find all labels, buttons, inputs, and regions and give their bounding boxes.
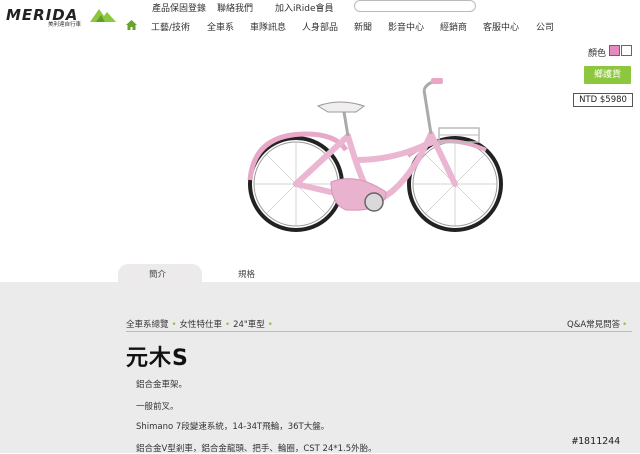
color-swatch-white[interactable] <box>621 45 632 56</box>
mountain-icon <box>90 9 116 22</box>
watermark: #1811244 <box>572 436 621 447</box>
contact-link[interactable]: 聯絡我們 <box>217 1 253 14</box>
home-icon[interactable] <box>126 20 137 30</box>
nav-gear[interactable]: 人身部品 <box>302 20 338 33</box>
warranty-link[interactable]: 產品保固登錄 <box>152 1 206 14</box>
tab-intro[interactable]: 簡介 <box>149 268 166 280</box>
faq-label: Q&A常見問答 <box>567 320 621 330</box>
breadcrumb: 全車系總覽 • 女性特仕車 • 24"車型 • <box>126 318 276 330</box>
color-swatch-pink[interactable] <box>609 45 620 56</box>
compare-button[interactable]: 鄉護貨 <box>584 66 631 84</box>
nav-dealers[interactable]: 經銷商 <box>440 20 467 33</box>
breadcrumb-separator: • <box>225 320 231 330</box>
spec-line: 鋁合金車架。 <box>136 380 188 390</box>
nav-news[interactable]: 新聞 <box>354 20 372 33</box>
breadcrumb-24-inch[interactable]: 24"車型 <box>233 320 265 330</box>
nav-media[interactable]: 影音中心 <box>388 20 424 33</box>
nav-company[interactable]: 公司 <box>536 20 554 33</box>
nav-bikes[interactable]: 全車系 <box>207 20 234 33</box>
join-member-link[interactable]: 加入iRide會員 <box>275 1 334 14</box>
product-title: 元木S <box>126 346 189 371</box>
breadcrumb-separator: • <box>171 320 177 330</box>
spec-line: Shimano 7段變速系統，14-34T飛輪，36T大盤。 <box>136 422 330 432</box>
breadcrumb-all-bikes[interactable]: 全車系總覽 <box>126 320 169 330</box>
divider <box>126 331 632 332</box>
spec-line: 一般前叉。 <box>136 402 179 412</box>
nav-technology[interactable]: 工藝/技術 <box>151 20 190 33</box>
faq-separator: • <box>622 320 628 330</box>
breadcrumb-women[interactable]: 女性特仕車 <box>180 320 223 330</box>
bike-image <box>247 78 503 232</box>
price-tag: NTD $5980 <box>573 93 633 107</box>
nav-support[interactable]: 客服中心 <box>483 20 519 33</box>
faq-link[interactable]: Q&A常見問答 • <box>567 318 627 330</box>
nav-team[interactable]: 車隊訊息 <box>250 20 286 33</box>
color-label: 顏色 <box>588 49 607 59</box>
logo-subtext: 美利達自行車 <box>48 22 82 28</box>
merida-logo[interactable]: MERIDA 美利達自行車 <box>6 4 116 28</box>
breadcrumb-separator: • <box>267 320 273 330</box>
search-input[interactable] <box>354 0 476 12</box>
spec-line: 鋁合金V型剎車，鋁合金龍頭、把手、輪圈，CST 24*1.5外胎。 <box>136 444 377 454</box>
tab-specs[interactable]: 規格 <box>238 268 255 280</box>
